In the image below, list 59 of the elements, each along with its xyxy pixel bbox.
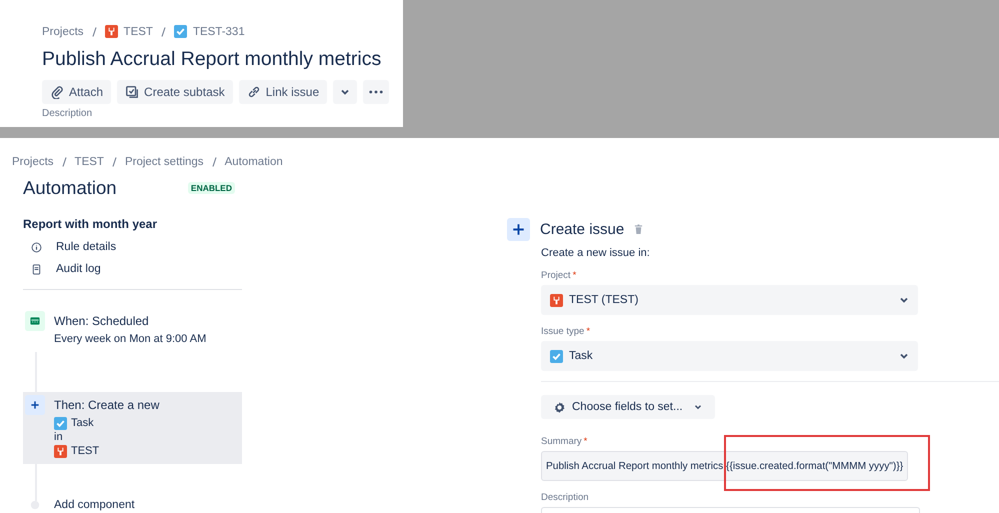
breadcrumb-link[interactable]: Project settings [124, 156, 204, 168]
issue-title: Publish Accrual Report monthly metrics [42, 48, 382, 71]
component-title: Then: Create a new [54, 398, 160, 412]
action-button[interactable]: Link issue [238, 80, 328, 104]
dropdown-button[interactable] [333, 80, 358, 104]
calendar-icon [25, 311, 45, 331]
section-label: Description [42, 109, 94, 119]
select-field[interactable]: Task [541, 341, 918, 371]
rule-component[interactable]: Then: Create a new Task in TEST [23, 392, 242, 464]
project-icon [54, 444, 67, 458]
component-title: When: Scheduled [54, 314, 150, 328]
project-icon [104, 25, 118, 38]
task-icon [550, 350, 563, 362]
trash-icon [634, 224, 644, 235]
summary-field[interactable]: Publish Accrual Report monthly metrics {{issue.created.format("MMMM yyyy")}} [541, 451, 908, 481]
paperclip-icon [50, 85, 64, 99]
breadcrumb-link[interactable]: Projects [12, 156, 54, 168]
field-label: Issue type * [541, 326, 592, 337]
gear-icon [553, 400, 566, 414]
field-label: Project * [541, 270, 578, 281]
field-label: Description [541, 492, 590, 503]
page-title: Automation [23, 177, 117, 199]
action-button[interactable]: Attach [42, 80, 112, 104]
status-lozenge: ENABLED [188, 182, 235, 194]
component-detail: in [54, 430, 63, 444]
subtask-icon [125, 85, 140, 99]
breadcrumb-link[interactable]: TEST [124, 26, 153, 38]
slash-icon [62, 157, 67, 167]
slash-icon [92, 26, 97, 36]
slash-icon [212, 157, 217, 167]
action-button[interactable]: Create subtask [117, 80, 233, 104]
breadcrumb-link[interactable]: Automation [224, 156, 283, 168]
more-icon [369, 90, 384, 94]
select-field[interactable]: TEST (TEST) [541, 285, 918, 315]
slash-icon [160, 26, 166, 36]
slash-icon [112, 157, 117, 167]
nav-link[interactable]: Rule details [56, 241, 116, 253]
breadcrumb-link[interactable]: TEST [74, 156, 104, 168]
link-icon [246, 85, 261, 99]
component-detail: TEST [71, 444, 100, 458]
panel-title: Create issue [540, 221, 624, 238]
breadcrumb-link[interactable]: TEST-331 [192, 26, 245, 38]
rule-name: Report with month year [23, 217, 158, 231]
info-icon [31, 242, 42, 252]
task-icon [174, 25, 187, 38]
document-icon [31, 264, 42, 274]
component-detail: Every week on Mon at 9:00 AM [54, 332, 206, 346]
field-label: Summary * [541, 436, 588, 447]
plus-icon [507, 218, 530, 241]
choose-fields-button[interactable]: Choose fields to set... [541, 395, 715, 419]
nav-link[interactable]: Audit log [56, 263, 101, 275]
project-icon [550, 294, 563, 306]
add-component-link[interactable]: Add component [54, 499, 135, 511]
intro-text: Create a new issue in: [541, 247, 651, 259]
breadcrumb-link[interactable]: Projects [42, 26, 84, 38]
plus-icon [25, 395, 45, 415]
task-icon [54, 416, 67, 430]
more-button[interactable] [363, 80, 390, 104]
component-detail: Task [71, 416, 94, 430]
